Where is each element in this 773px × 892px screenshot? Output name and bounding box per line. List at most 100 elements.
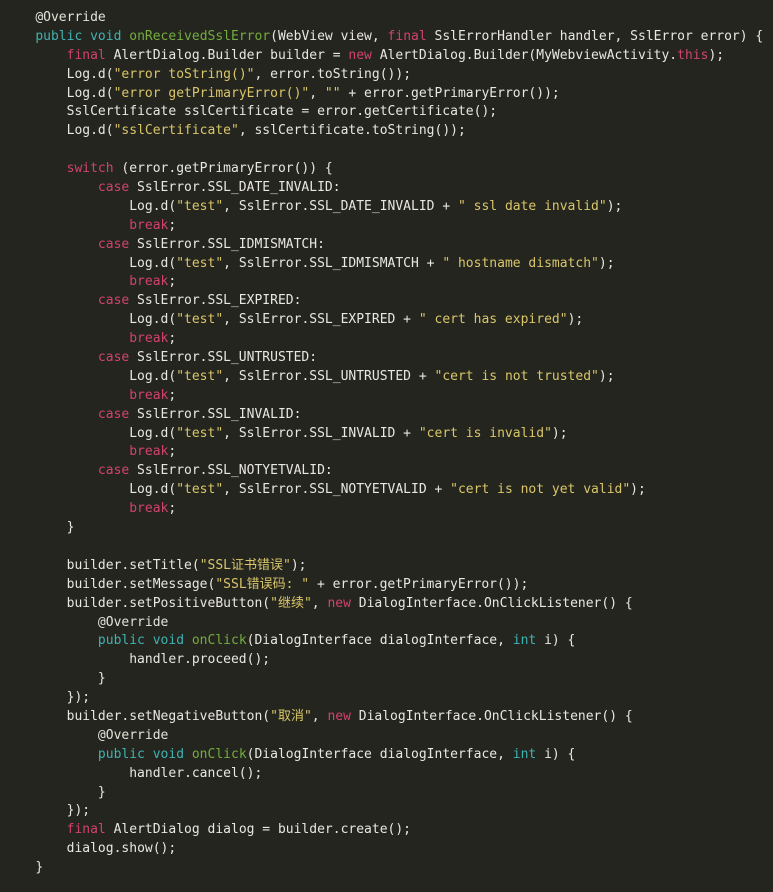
code-token-str: "test"	[176, 255, 224, 271]
code-token-plain: }	[97, 671, 106, 687]
code-token-str: "test"	[176, 482, 224, 498]
code-token-ctrl: new	[327, 708, 351, 724]
code-token-ctrl: case	[97, 406, 130, 422]
code-line: Log.d("test", SslError.SSL_EXPIRED + " c…	[4, 311, 773, 330]
code-line: case SslError.SSL_INVALID:	[4, 406, 773, 425]
code-token-ctrl: break	[129, 444, 169, 460]
code-line: handler.proceed();	[4, 651, 773, 670]
code-token-plain: ;	[168, 217, 177, 233]
code-token-plain: AlertDialog.Builder builder =	[105, 47, 349, 63]
code-token-str: "cert is invalid"	[418, 425, 552, 441]
code-token-plain: , SslError.SSL_IDMISMATCH +	[223, 255, 443, 271]
code-line: Log.d("test", SslError.SSL_DATE_INVALID …	[4, 198, 773, 217]
code-token-plain: ;	[168, 387, 177, 403]
code-line: Log.d("error toString()", error.toString…	[4, 66, 773, 85]
code-token-str: "test"	[176, 425, 224, 441]
code-token-str: " cert has expired"	[418, 312, 568, 328]
code-line: switch (error.getPrimaryError()) {	[4, 160, 773, 179]
code-line: Log.d("test", SslError.SSL_NOTYETVALID +…	[4, 481, 773, 500]
code-token-ctrl: break	[129, 274, 169, 290]
code-token-str: "cert is not yet valid"	[450, 482, 631, 498]
code-token-plain: + error.getPrimaryError());	[309, 576, 529, 592]
code-line: @Override	[4, 727, 773, 746]
code-token-kw: public	[35, 28, 83, 44]
code-token-plain: );	[606, 198, 623, 214]
code-content[interactable]: @Override public void onReceivedSslError…	[0, 0, 773, 878]
code-token-plain: (DialogInterface dialogInterface,	[246, 746, 513, 762]
code-token-plain: SslError.SSL_UNTRUSTED:	[129, 350, 318, 366]
code-token-ctrl: new	[348, 47, 372, 63]
code-line: Log.d("test", SslError.SSL_UNTRUSTED + "…	[4, 368, 773, 387]
code-token-plain: SslError.SSL_NOTYETVALID:	[129, 463, 333, 479]
code-line: });	[4, 689, 773, 708]
code-token-kw: void	[152, 746, 185, 762]
code-line: builder.setMessage("SSL错误码: " + error.ge…	[4, 576, 773, 595]
code-token-plain: Log.d(	[66, 123, 114, 139]
code-token-plain: (DialogInterface dialogInterface,	[246, 633, 513, 649]
code-token-plain: Log.d(	[129, 368, 177, 384]
code-token-plain: (WebView view,	[270, 28, 388, 44]
code-line: }	[4, 784, 773, 803]
code-token-ctrl: case	[97, 236, 130, 252]
code-token-plain: }	[66, 520, 75, 536]
code-token-str: "SSL错误码: "	[215, 576, 310, 592]
code-token-str: "SSL证书错误"	[199, 557, 291, 573]
code-token-str: "cert is not trusted"	[434, 368, 599, 384]
code-line: final AlertDialog dialog = builder.creat…	[4, 821, 773, 840]
code-token-plain: );	[290, 557, 307, 573]
code-token-ctrl: case	[97, 463, 130, 479]
code-line: });	[4, 802, 773, 821]
code-token-anno: @Override	[97, 614, 169, 630]
code-token-plain: );	[598, 368, 615, 384]
code-line: dialog.show();	[4, 840, 773, 859]
code-token-plain: Log.d(	[129, 198, 177, 214]
code-token-plain: handler.proceed();	[129, 652, 271, 668]
code-token-plain: DialogInterface.OnClickListener() {	[350, 708, 633, 724]
code-token-plain: );	[598, 255, 615, 271]
code-token-ctrl: break	[129, 331, 169, 347]
code-line: Log.d("test", SslError.SSL_IDMISMATCH + …	[4, 255, 773, 274]
code-viewer: @Override public void onReceivedSslError…	[0, 0, 773, 892]
code-token-str: " ssl date invalid"	[457, 198, 607, 214]
code-token-plain: builder.setMessage(	[66, 576, 216, 592]
code-token-str: "test"	[176, 198, 224, 214]
code-token-kw: public	[97, 633, 145, 649]
code-token-ctrl: case	[97, 293, 130, 309]
code-token-plain: ;	[168, 331, 177, 347]
code-token-ctrl: break	[129, 217, 169, 233]
code-line: }	[4, 859, 773, 878]
code-token-plain: );	[551, 425, 568, 441]
code-token-plain: , SslError.SSL_NOTYETVALID +	[223, 482, 451, 498]
code-token-str: "test"	[176, 368, 224, 384]
code-token-ctrl: case	[97, 180, 130, 196]
code-token-plain: ;	[168, 501, 177, 517]
code-token-ctrl: break	[129, 501, 169, 517]
code-line: public void onReceivedSslError(WebView v…	[4, 28, 773, 47]
code-line: handler.cancel();	[4, 765, 773, 784]
code-token-plain: ;	[168, 274, 177, 290]
code-token-plain: , sslCertificate.toString());	[238, 123, 466, 139]
code-token-plain: dialog.show();	[66, 841, 177, 857]
